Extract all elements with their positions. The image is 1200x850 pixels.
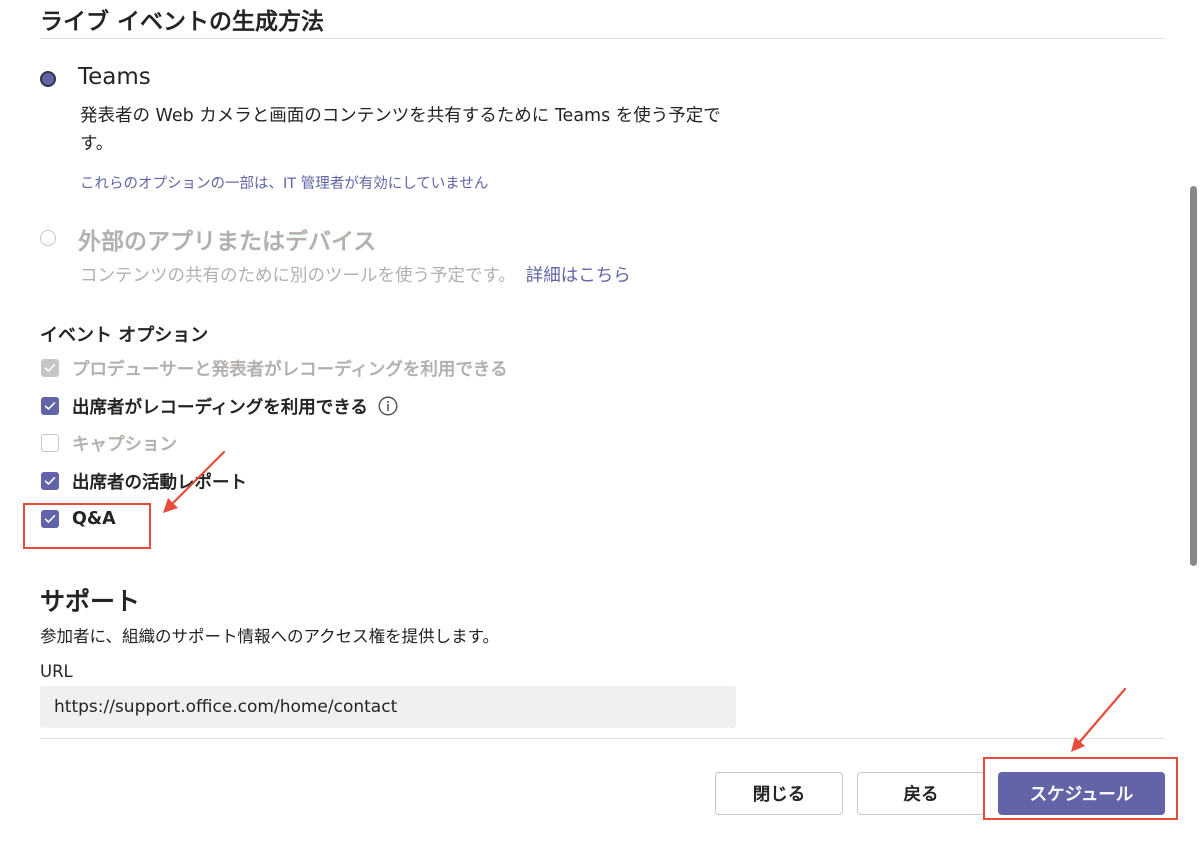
live-event-settings-panel: ライブ イベントの生成方法 Teams 発表者の Web カメラと画面のコンテン… xyxy=(0,0,1200,850)
option-attendee-engagement-report[interactable]: 出席者の活動レポート xyxy=(41,470,247,493)
event-options-heading: イベント オプション xyxy=(40,325,209,346)
checkmark-icon xyxy=(44,402,56,410)
checkmark-icon xyxy=(44,364,56,372)
info-icon[interactable] xyxy=(378,396,398,416)
external-option-title: 外部のアプリまたはデバイス xyxy=(78,229,377,255)
external-option-description: コンテンツの共有のために別のツールを使う予定です。 詳細はこちら xyxy=(80,262,631,287)
option-label: プロデューサーと発表者がレコーディングを利用できる xyxy=(72,359,508,380)
option-captions[interactable]: キャプション xyxy=(41,432,177,455)
option-label: Q&A xyxy=(72,509,116,529)
teams-option-title[interactable]: Teams xyxy=(78,64,151,90)
checkbox[interactable] xyxy=(41,472,59,490)
checkmark-icon xyxy=(44,515,56,523)
external-description-text: コンテンツの共有のために別のツールを使う予定です。 xyxy=(80,266,516,286)
option-label: 出席者の活動レポート xyxy=(72,472,247,493)
checkbox[interactable] xyxy=(41,397,59,415)
support-heading: サポート xyxy=(40,587,141,616)
checkbox[interactable] xyxy=(41,434,59,452)
option-attendee-recording[interactable]: 出席者がレコーディングを利用できる xyxy=(41,395,398,418)
close-button[interactable]: 閉じる xyxy=(715,772,843,815)
checkbox[interactable] xyxy=(41,359,59,377)
option-label: キャプション xyxy=(72,434,177,455)
scrollbar-thumb[interactable] xyxy=(1190,186,1197,566)
teams-radio[interactable] xyxy=(40,71,56,87)
checkmark-icon xyxy=(44,477,56,485)
option-qa[interactable]: Q&A xyxy=(41,508,116,530)
option-producer-recording[interactable]: プロデューサーと発表者がレコーディングを利用できる xyxy=(41,357,508,380)
option-label: 出席者がレコーディングを利用できる xyxy=(72,397,368,418)
section-title: ライブ イベントの生成方法 xyxy=(40,9,325,35)
teams-option-description: 発表者の Web カメラと画面のコンテンツを共有するために Teams を使う予… xyxy=(80,106,721,154)
admin-disabled-note: これらのオプションの一部は、IT 管理者が有効にしていません xyxy=(80,176,489,192)
divider xyxy=(40,38,1165,39)
schedule-button[interactable]: スケジュール xyxy=(998,772,1165,815)
annotation-arrow-schedule xyxy=(1071,687,1127,752)
url-label: URL xyxy=(40,662,73,681)
external-app-radio[interactable] xyxy=(40,230,56,246)
support-description: 参加者に、組織のサポート情報へのアクセス権を提供します。 xyxy=(40,627,500,646)
back-button[interactable]: 戻る xyxy=(857,772,985,815)
learn-more-link[interactable]: 詳細はこちら xyxy=(526,266,631,286)
divider xyxy=(40,738,1165,739)
support-url-input[interactable] xyxy=(40,686,736,728)
checkbox[interactable] xyxy=(41,510,59,528)
